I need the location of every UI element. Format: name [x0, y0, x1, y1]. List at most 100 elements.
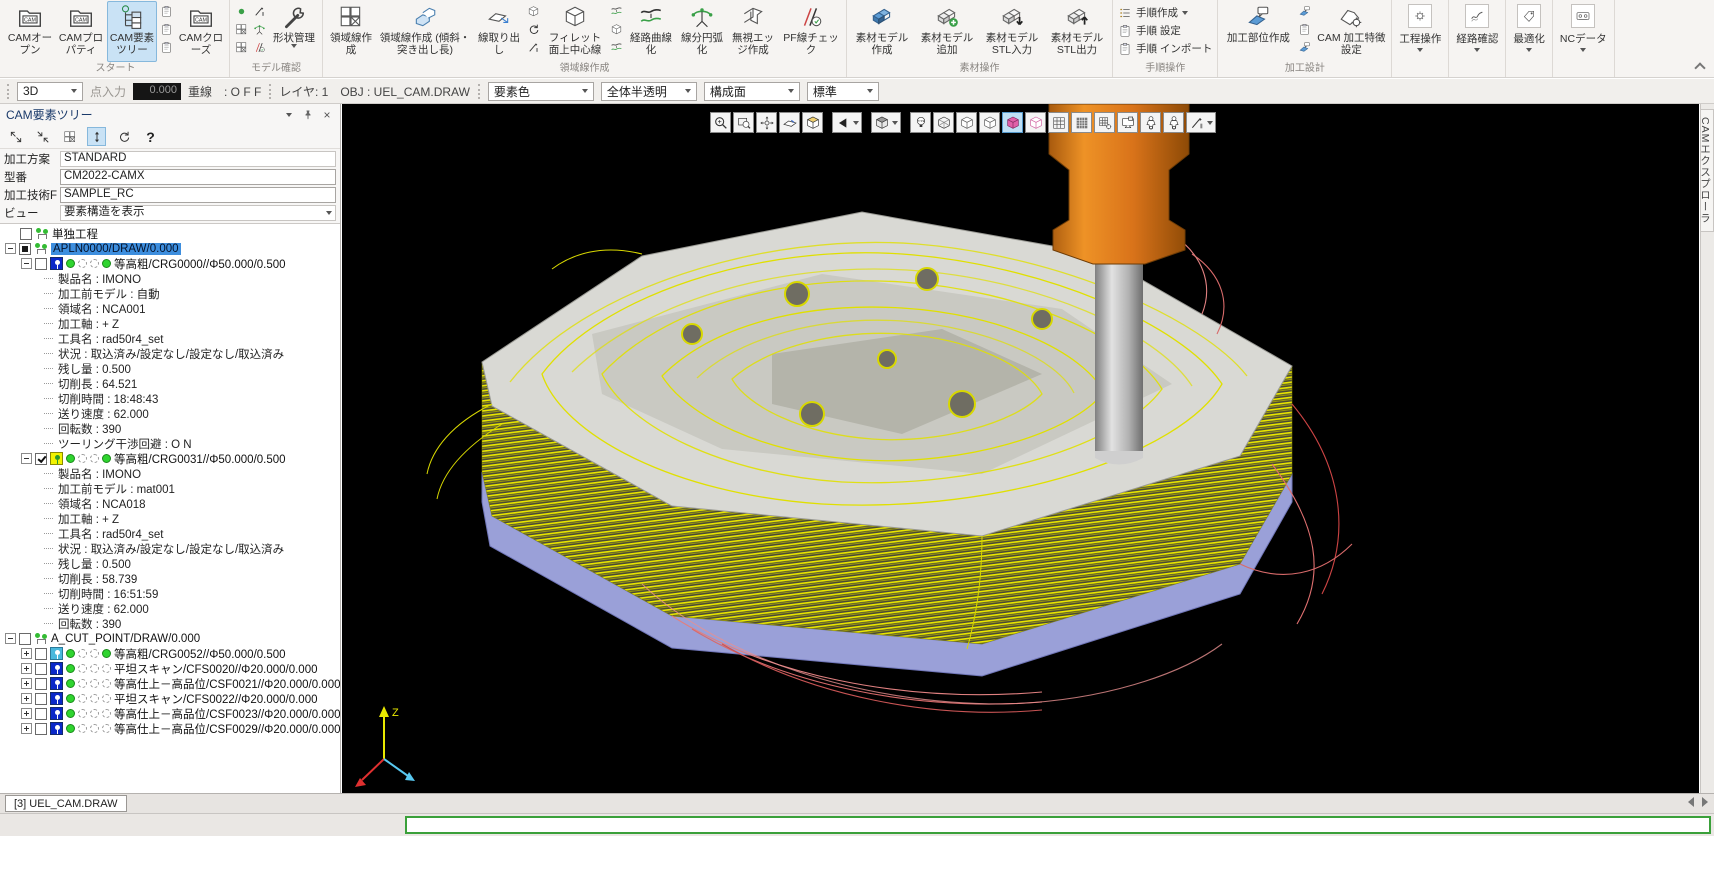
tree-item-cfs0020[interactable]: 平坦スキャン/CFS0020//Φ20.000/0.000	[0, 661, 340, 676]
toolbar-grip[interactable]	[7, 84, 9, 99]
cam-properties-button[interactable]: CAMプロパティ	[56, 1, 106, 62]
procedure-import-button[interactable]: 手順 インポート	[1118, 41, 1212, 56]
machining-tech-field[interactable]: SAMPLE_RC	[60, 187, 336, 203]
rotate-center-button[interactable]	[756, 112, 777, 133]
checkbox-checked[interactable]	[35, 453, 47, 465]
transparent-cube-button[interactable]	[1025, 112, 1046, 133]
standard-select[interactable]: 標準	[807, 82, 879, 101]
section-plane-button[interactable]	[779, 112, 800, 133]
tree-item-csf0023[interactable]: 等高仕上－高品位/CSF0023//Φ20.000/0.000	[0, 706, 340, 721]
collapse-expander[interactable]	[21, 258, 32, 269]
expand-expander[interactable]	[21, 708, 32, 719]
expand-expander[interactable]	[21, 678, 32, 689]
note-clipboard-icon[interactable]	[158, 39, 175, 56]
grid-select-icon[interactable]	[233, 21, 250, 38]
feature-list-icon[interactable]	[1296, 21, 1313, 38]
cam-element-tree-button[interactable]: CAM要素ツリー	[107, 1, 157, 62]
cam-explorer-tab[interactable]: CAMエクスプローラ	[1701, 109, 1714, 232]
collapse-expander[interactable]	[21, 453, 32, 464]
checkbox[interactable]	[35, 678, 47, 690]
checkbox[interactable]	[35, 258, 47, 270]
collapse-expander[interactable]	[5, 633, 16, 644]
tab-scroll-right-icon[interactable]	[1702, 797, 1708, 807]
arc-fit-button[interactable]: 線分円弧化	[677, 1, 727, 62]
part-small-icon[interactable]	[1296, 3, 1313, 20]
process-operation-button[interactable]: 工程操作	[1392, 0, 1449, 77]
expand-expander[interactable]	[21, 723, 32, 734]
tree-item-a-cut-point[interactable]: A_CUT_POINT/DRAW/0.000	[0, 631, 340, 646]
tool-move-button[interactable]	[1163, 112, 1184, 133]
copy-pages-icon[interactable]	[158, 21, 175, 38]
region-line-create-tilt-button[interactable]: 領域線作成 (傾斜・突き出し長)	[377, 1, 473, 62]
view-field[interactable]: 要素構造を表示	[60, 205, 336, 221]
solid-cube-button[interactable]	[1002, 112, 1023, 133]
checkbox[interactable]	[35, 693, 47, 705]
optimize-button[interactable]: 最適化	[1506, 0, 1553, 77]
expand-expander[interactable]	[21, 663, 32, 674]
wireframe-cube-button[interactable]	[933, 112, 954, 133]
log-clipboard-icon[interactable]	[158, 3, 175, 20]
cube-small-icon[interactable]	[525, 3, 542, 20]
transparency-select[interactable]: 全体半透明	[601, 82, 697, 101]
grid-settings-button[interactable]	[1094, 112, 1115, 133]
rotate-curve-icon[interactable]	[525, 21, 542, 38]
help-button[interactable]: ?	[141, 127, 160, 146]
tree-item-cfs0022[interactable]: 平坦スキャン/CFS0022//Φ20.000/0.000	[0, 691, 340, 706]
line-extract-button[interactable]: 線取り出し	[474, 1, 524, 62]
material-stl-input-button[interactable]: 素材モデル STL入力	[980, 1, 1044, 62]
tree-item-apln0000[interactable]: APLN0000/DRAW/0.000	[0, 241, 340, 256]
tree-item-crg0031[interactable]: 等高粗/CRG0031//Φ50.000/0.500	[0, 451, 340, 466]
shape-manage-button[interactable]: 形状管理	[269, 1, 319, 62]
path-curve-button[interactable]: 経路曲線化	[626, 1, 676, 62]
ribbon-collapse-button[interactable]	[1694, 62, 1705, 73]
cubes-small-icon[interactable]	[608, 21, 625, 38]
view-direction-button[interactable]	[832, 112, 862, 133]
3d-viewport[interactable]: Z	[342, 104, 1699, 793]
protractor-icon[interactable]	[251, 21, 268, 38]
grid-fine-button[interactable]	[1048, 112, 1069, 133]
refresh-button[interactable]	[114, 127, 133, 146]
expand-expander[interactable]	[21, 693, 32, 704]
machining-part-create-button[interactable]: 加工部位作成	[1221, 1, 1295, 62]
part-small2-icon[interactable]	[1296, 39, 1313, 56]
material-model-create-button[interactable]: 素材モデル作成	[850, 1, 914, 62]
checkbox[interactable]	[35, 663, 47, 675]
tree-item-crg0000[interactable]: 等高粗/CRG0000//Φ50.000/0.500	[0, 256, 340, 271]
shading-mode-button[interactable]	[871, 112, 901, 133]
check-flag-icon[interactable]	[251, 39, 268, 56]
checkbox-partial[interactable]	[19, 243, 31, 255]
cam-feature-setting-button[interactable]: CAM 加工特徴設定	[1314, 1, 1388, 62]
sort-updown-button[interactable]	[87, 127, 106, 146]
cam-open-button[interactable]: CAMオープン	[5, 1, 55, 62]
procedure-create-button[interactable]: 手順作成	[1118, 5, 1212, 20]
nc-data-button[interactable]: NCデータ	[1553, 0, 1615, 77]
checkbox[interactable]	[20, 228, 32, 240]
toolbar-grip[interactable]	[269, 84, 271, 99]
model-number-field[interactable]: CM2022-CAMX	[60, 169, 336, 185]
checkbox[interactable]	[35, 723, 47, 735]
outline-cube-button[interactable]	[979, 112, 1000, 133]
tool-display-button[interactable]	[1140, 112, 1161, 133]
checkbox[interactable]	[19, 633, 31, 645]
collapse-expander[interactable]	[5, 243, 16, 254]
material-stl-output-button[interactable]: 素材モデル STL出力	[1045, 1, 1109, 62]
wave-line-icon[interactable]	[608, 3, 625, 20]
cam-close-button[interactable]: CAMクローズ	[176, 1, 226, 62]
pin-line-icon[interactable]	[525, 39, 542, 56]
zoom-window-button[interactable]	[733, 112, 754, 133]
checkbox[interactable]	[35, 648, 47, 660]
document-tab-active[interactable]: [3] UEL_CAM.DRAW	[5, 795, 127, 812]
checkbox[interactable]	[35, 708, 47, 720]
wave-line2-icon[interactable]	[608, 39, 625, 56]
table-view-button[interactable]	[60, 127, 79, 146]
tree-item-csf0021[interactable]: 等高仕上－高品位/CSF0021//Φ20.000/0.000	[0, 676, 340, 691]
toolbar-grip[interactable]	[478, 84, 480, 99]
close-icon[interactable]: ×	[320, 108, 334, 122]
pick-pointer-icon[interactable]	[251, 3, 268, 20]
path-confirm-button[interactable]: 経路確認	[1449, 0, 1506, 77]
command-input[interactable]	[405, 816, 1711, 834]
zoom-in-button[interactable]	[710, 112, 731, 133]
fillet-centerline-button[interactable]: フィレット面上中心線	[543, 1, 607, 62]
tree-item-crg0052[interactable]: 等高粗/CRG0052//Φ50.000/0.500	[0, 646, 340, 661]
expand-expander[interactable]	[21, 648, 32, 659]
